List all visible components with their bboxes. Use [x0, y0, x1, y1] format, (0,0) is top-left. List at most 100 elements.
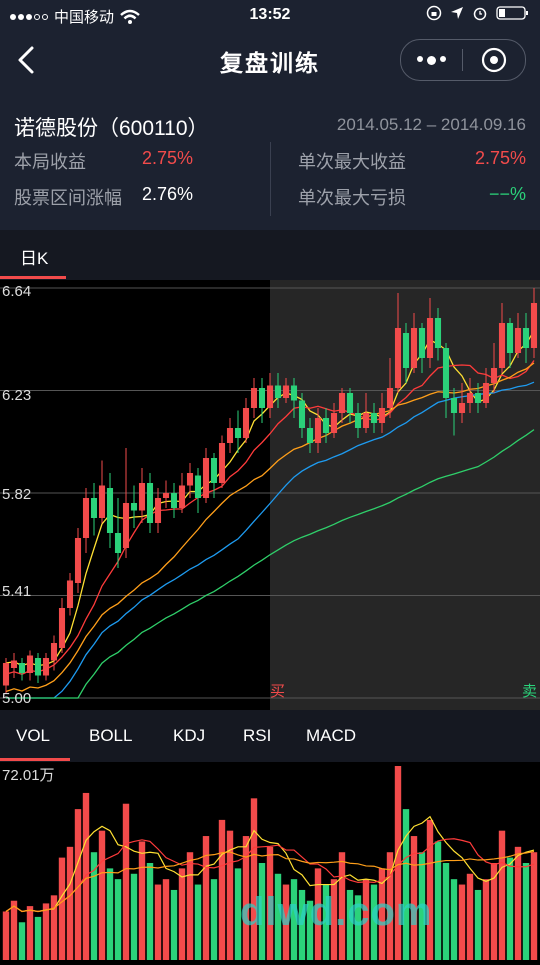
candle-body	[138, 483, 146, 511]
candle-body	[466, 393, 474, 403]
watermark: dlwd.com	[240, 890, 433, 934]
volume-bar	[162, 879, 170, 960]
date-range: 2014.05.12 – 2014.09.16	[336, 115, 526, 134]
candle-body	[74, 538, 82, 583]
status-bar: 中国移动 13:52	[0, 0, 540, 30]
rotation-lock-icon	[426, 5, 442, 21]
more-icon[interactable]	[401, 55, 462, 65]
candle-body	[98, 485, 106, 518]
volume-bar	[98, 830, 106, 960]
candle-body	[394, 328, 402, 388]
tab-boll[interactable]: BOLL	[89, 726, 132, 746]
y-tick-4: 5.00	[2, 690, 32, 707]
volume-bar	[122, 803, 130, 960]
volume-bar	[498, 830, 506, 960]
volume-max-label: 72.01万	[2, 767, 55, 784]
range-change-row: 股票区间涨幅	[14, 184, 122, 210]
stock-info-panel: 诺德股份（600110） 2014.05.12 – 2014.09.16 本局收…	[0, 90, 540, 230]
candle-body	[122, 503, 130, 548]
volume-bar	[450, 879, 458, 960]
volume-bar	[114, 879, 122, 960]
candle-body	[490, 368, 498, 383]
candle-body	[530, 303, 538, 348]
candle-body	[82, 498, 90, 538]
candle-body	[314, 418, 322, 443]
round-return-label: 本局收益	[14, 152, 86, 172]
candle-body	[290, 385, 298, 401]
candle-body	[186, 473, 194, 486]
volume-bar	[138, 841, 146, 960]
max-loss-value: −−%	[488, 184, 526, 204]
volume-bar	[530, 852, 538, 960]
sell-marker: 卖	[522, 683, 538, 700]
max-loss-label: 单次最大亏损	[298, 188, 406, 208]
volume-bar	[442, 863, 450, 960]
candle-body	[18, 663, 26, 673]
volume-bar	[34, 916, 42, 960]
candle-body	[362, 413, 370, 428]
candle-body	[66, 580, 74, 608]
candle-body	[426, 318, 434, 358]
tab-rsi[interactable]: RSI	[243, 726, 271, 746]
volume-bar	[82, 792, 90, 960]
y-tick-3: 5.41	[2, 583, 32, 600]
candle-body	[106, 488, 114, 533]
y-tick-1: 6.23	[2, 387, 32, 404]
volume-bar	[514, 846, 522, 960]
candle-body	[418, 328, 426, 358]
candle-body	[346, 393, 354, 413]
tab-macd[interactable]: MACD	[306, 726, 356, 746]
tab-kdj[interactable]: KDJ	[173, 726, 205, 746]
candle-body	[210, 458, 218, 483]
candle-body	[274, 385, 282, 398]
volume-bar	[522, 863, 530, 960]
candle-body	[474, 393, 482, 403]
candle-body	[26, 655, 34, 673]
status-right	[426, 5, 530, 21]
volume-bar	[194, 884, 202, 960]
candle-body	[442, 348, 450, 398]
candle-body	[522, 328, 530, 348]
candle-body	[402, 333, 410, 368]
y-tick-2: 5.82	[2, 486, 32, 503]
candle-body	[170, 493, 178, 508]
volume-bar	[178, 868, 186, 960]
candle-body	[306, 428, 314, 443]
range-change-value: 2.76%	[142, 184, 194, 204]
candle-body	[506, 323, 514, 353]
volume-bar	[26, 906, 34, 960]
candle-body	[114, 533, 122, 553]
candle-body	[434, 318, 442, 348]
candle-body	[410, 328, 418, 368]
volume-bar	[170, 889, 178, 960]
close-icon[interactable]	[463, 47, 525, 73]
buy-marker: 买	[270, 683, 286, 700]
candle-body	[250, 388, 258, 408]
candle-body	[330, 413, 338, 433]
max-gain-row: 单次最大收益	[298, 148, 406, 174]
candle-body	[242, 408, 250, 438]
candle-body	[354, 413, 362, 428]
candle-body	[218, 443, 226, 483]
max-loss-row: 单次最大亏损	[298, 184, 406, 210]
candle-body	[162, 493, 170, 498]
volume-bar	[458, 884, 466, 960]
candlestick-svg	[0, 280, 540, 710]
volume-bar	[2, 911, 10, 960]
candle-body	[370, 413, 378, 423]
tab-daily-k[interactable]: 日K	[20, 244, 48, 269]
volume-bar	[250, 798, 258, 960]
candle-body	[498, 323, 506, 368]
volume-bar	[506, 857, 514, 960]
indicator-tab-underline	[0, 758, 70, 761]
candle-body	[322, 418, 330, 433]
round-return-row: 本局收益	[14, 148, 86, 174]
volume-bar	[482, 879, 490, 960]
candle-body	[458, 403, 466, 413]
volume-bar	[10, 900, 18, 960]
tab-vol[interactable]: VOL	[16, 726, 50, 746]
candle-body	[50, 643, 58, 661]
battery-icon	[496, 6, 528, 20]
mini-program-capsule	[400, 39, 526, 81]
candle-body	[42, 658, 50, 676]
